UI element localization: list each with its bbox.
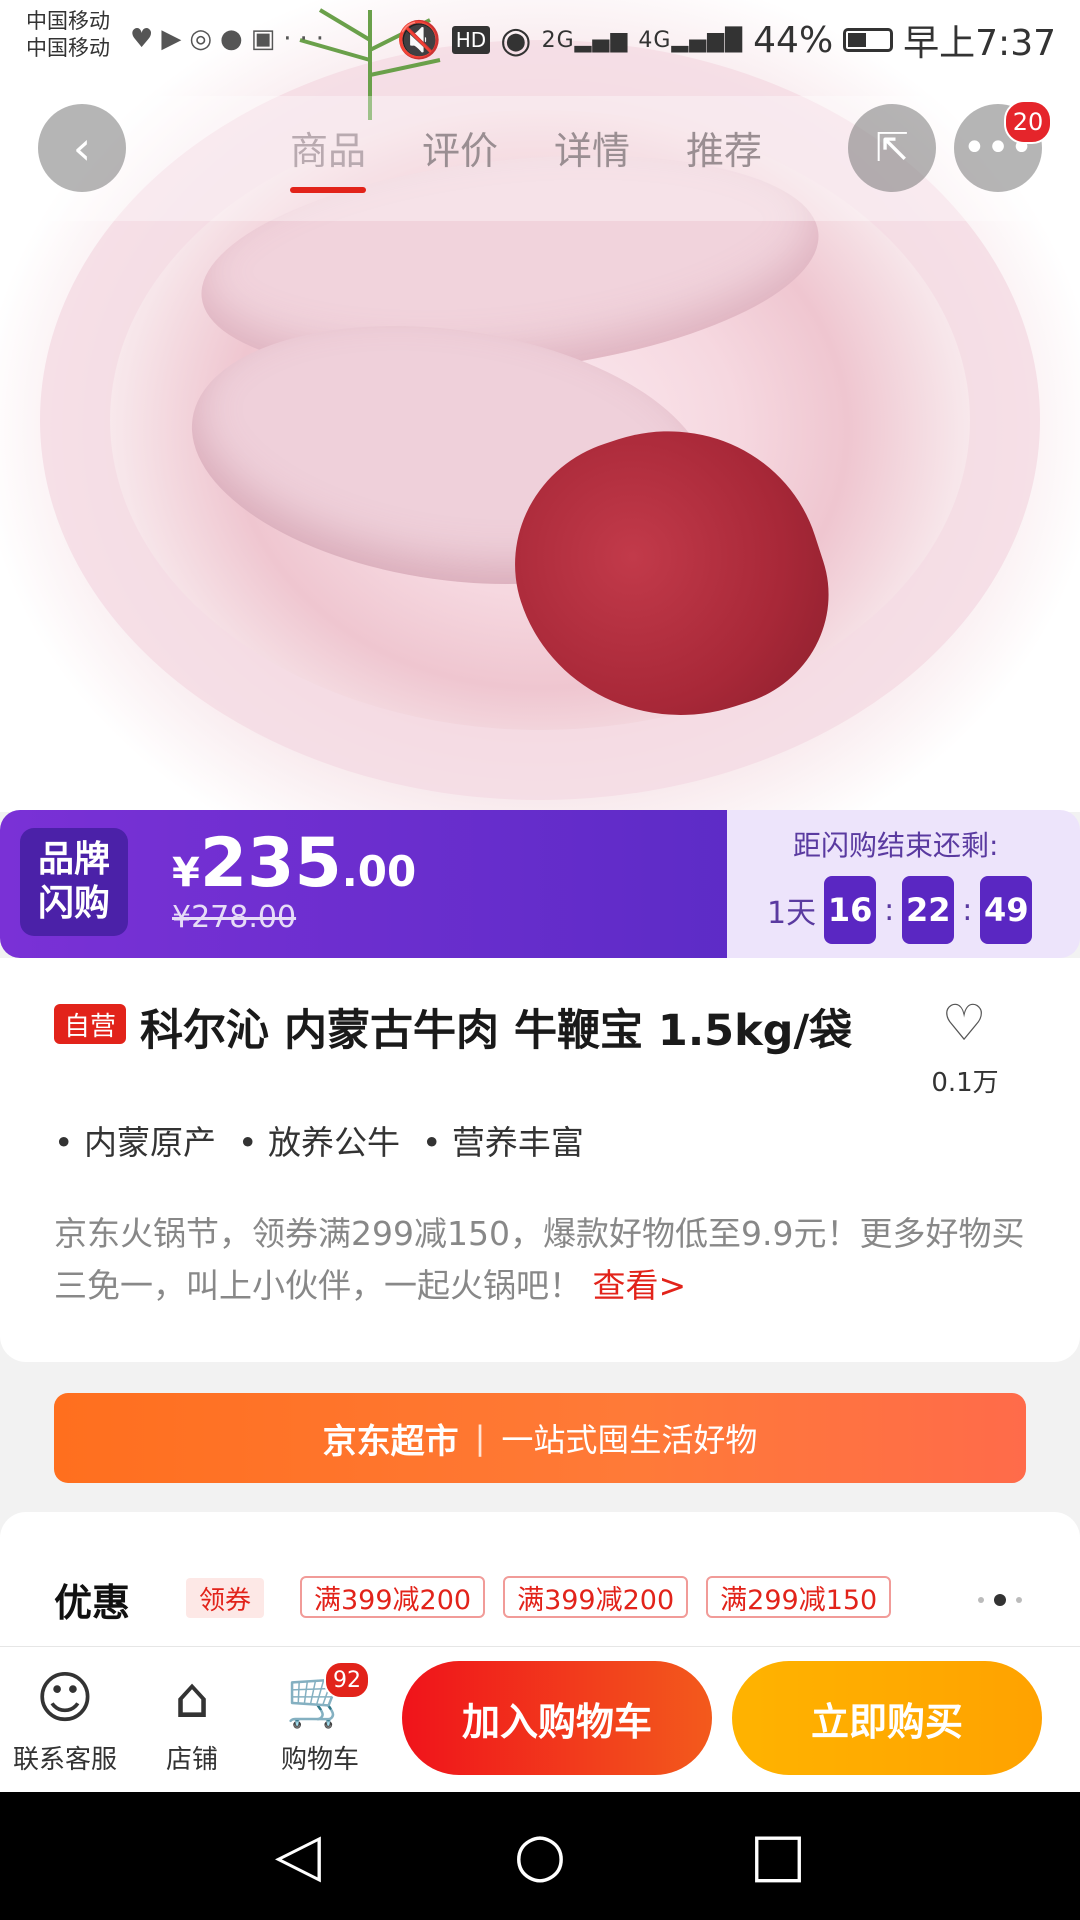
chat-face-icon: ☺	[35, 1666, 95, 1731]
self-operated-tag: 自营	[54, 1004, 126, 1044]
more-dots-icon: ···	[283, 24, 333, 54]
notification-icons: ♥▶◎●▣···	[130, 24, 332, 54]
countdown-minutes: 22	[902, 876, 955, 944]
cart-button[interactable]: 🛒 92 购物车	[270, 1659, 370, 1776]
tab-product[interactable]: 商品	[290, 120, 367, 193]
countdown-timer: 1天 16 : 22 : 49	[767, 876, 1033, 944]
top-nav: ‹ 商品 评价 详情 推荐 ⇱ ••• 20	[0, 96, 1080, 221]
tab-recommend[interactable]: 推荐	[686, 120, 762, 175]
message-badge: 20	[1004, 100, 1052, 144]
play-icon: ▶	[161, 24, 190, 54]
carrier-labels: 中国移动 中国移动	[26, 8, 110, 62]
favorite-count: 0.1万	[931, 1068, 999, 1098]
customer-service-button[interactable]: ☺ 联系客服	[10, 1659, 120, 1776]
section-tabs: 商品 评价 详情 推荐	[290, 120, 762, 193]
supermarket-banner[interactable]: 京东超市 | 一站式囤生活好物	[54, 1393, 1026, 1483]
battery-percent: 44%	[753, 19, 834, 61]
countdown-hours: 16	[824, 876, 877, 944]
battery-icon	[843, 28, 894, 52]
coupon-section: 优惠 领券 满399减200 满399减200 满299减150	[0, 1512, 1080, 1646]
heart-rate-icon: ♥	[130, 24, 162, 54]
cart-count-badge: 92	[324, 1661, 370, 1699]
feature-list: 内蒙原产 放养公牛 营养丰富	[54, 1116, 584, 1164]
tab-reviews[interactable]: 评价	[422, 120, 498, 175]
sale-price: ¥235.00	[172, 824, 417, 903]
favorite-button[interactable]: ♡	[934, 994, 994, 1052]
original-price: ¥278.00	[172, 900, 297, 935]
nav-home-icon[interactable]: ○	[500, 1820, 580, 1890]
coupon-item[interactable]: 满399减200	[300, 1576, 486, 1618]
buy-now-button[interactable]: 立即购买	[732, 1661, 1042, 1775]
feature-item: 内蒙原产	[54, 1116, 216, 1164]
system-indicators: 🔇 HD ◉ 2G▂▄▆ 4G▂▄▆█ 44% 早上7:37	[397, 14, 1056, 66]
store-icon: ⌂	[174, 1666, 210, 1731]
supermarket-slogan: 一站式囤生活好物	[501, 1421, 758, 1459]
coupon-item[interactable]: 满399减200	[503, 1576, 689, 1618]
heart-plus-icon: ♡	[941, 994, 987, 1052]
countdown-days: 1天	[767, 896, 817, 931]
carrier-2: 中国移动	[26, 36, 110, 60]
countdown-title: 距闪购结束还剩:	[793, 829, 999, 862]
more-button[interactable]: ••• 20	[954, 100, 1052, 192]
app-icon: ▣	[250, 24, 284, 54]
share-button[interactable]: ⇱	[848, 104, 936, 192]
back-button[interactable]: ‹	[38, 104, 126, 192]
add-to-cart-button[interactable]: 加入购物车	[402, 1661, 712, 1775]
promo-view-link[interactable]: 查看>	[593, 1266, 687, 1305]
signal-4g-icon: 4G▂▄▆█	[638, 27, 744, 53]
system-nav-bar: ◁ ○ □	[0, 1792, 1080, 1920]
coupon-item[interactable]: 满299减150	[706, 1576, 892, 1618]
get-coupon-button[interactable]: 领券	[186, 1578, 264, 1618]
store-button[interactable]: ⌂ 店铺	[142, 1659, 242, 1776]
signal-2g-icon: 2G▂▄▆	[541, 27, 629, 53]
product-title: 科尔沁 内蒙古牛肉 牛鞭宝 1.5kg/袋	[140, 1006, 853, 1056]
wechat-icon: ◎	[189, 24, 220, 54]
nav-recents-icon[interactable]: □	[738, 1820, 818, 1890]
feature-item: 营养丰富	[422, 1116, 584, 1164]
supermarket-brand: 京东超市	[322, 1421, 459, 1462]
product-info-card: 自营 科尔沁 内蒙古牛肉 牛鞭宝 1.5kg/袋 ♡ 0.1万 内蒙原产 放养公…	[0, 958, 1080, 1362]
countdown-seconds: 49	[980, 876, 1033, 944]
mute-icon: 🔇	[396, 20, 442, 61]
hd-icon: HD	[451, 26, 491, 54]
status-bar: 中国移动 中国移动 ♥▶◎●▣··· 🔇 HD ◉ 2G▂▄▆ 4G▂▄▆█ 4…	[0, 0, 1080, 76]
clock: 早上7:37	[903, 23, 1056, 64]
chevron-left-icon: ‹	[72, 121, 92, 175]
page-indicator	[978, 1594, 1022, 1606]
carrier-1: 中国移动	[26, 9, 110, 33]
share-icon: ⇱	[875, 125, 909, 171]
tab-details[interactable]: 详情	[554, 120, 630, 175]
eye-icon: ◉	[500, 19, 532, 61]
message-icon: ●	[220, 24, 251, 54]
brand-flash-logo: 品牌 闪购	[20, 828, 128, 936]
feature-item: 放养公牛	[238, 1116, 400, 1164]
promo-text: 京东火锅节，领券满299减150，爆款好物低至9.9元！更多好物买三免一，叫上小…	[54, 1214, 1025, 1305]
bottom-action-bar: ☺ 联系客服 ⌂ 店铺 🛒 92 购物车 加入购物车 立即购买	[0, 1646, 1080, 1793]
countdown-area: 距闪购结束还剩: 1天 16 : 22 : 49	[727, 810, 1080, 958]
coupon-section-label: 优惠	[54, 1581, 131, 1625]
nav-back-icon[interactable]: ◁	[258, 1820, 338, 1890]
coupon-list: 满399减200 满399减200 满299减150	[300, 1576, 892, 1618]
flash-sale-banner: 品牌 闪购 ¥235.00 ¥278.00 距闪购结束还剩: 1天 16 : 22…	[0, 810, 1080, 958]
